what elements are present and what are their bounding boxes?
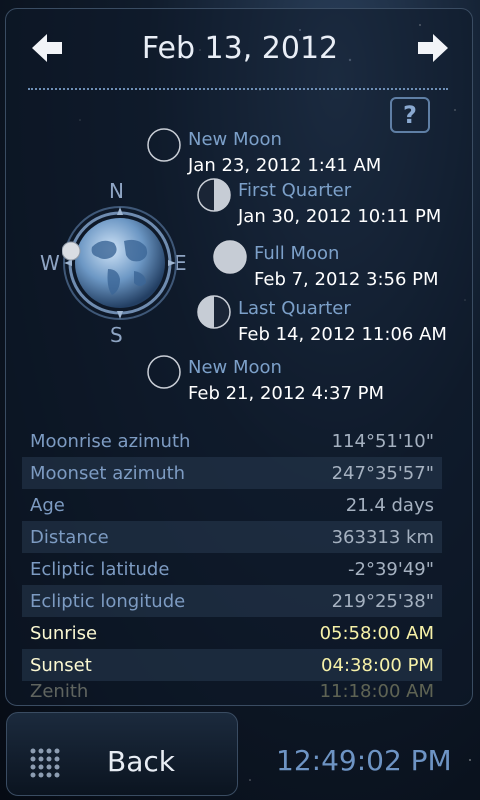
compass-south-label: S (110, 323, 123, 347)
row-value: 363313 km (331, 526, 434, 548)
arrow-right-icon[interactable] (416, 31, 450, 65)
table-row: Age 21.4 days (22, 489, 442, 521)
row-label: Sunset (30, 654, 92, 676)
row-label: Distance (30, 526, 109, 548)
phase-date: Feb 21, 2012 4:37 PM (188, 383, 384, 404)
row-value: 219°25'38" (331, 590, 434, 612)
table-row: Distance 363313 km (22, 521, 442, 553)
phase-date: Jan 23, 2012 1:41 AM (188, 155, 382, 176)
row-value: 05:58:00 AM (319, 622, 434, 644)
arrow-left-icon[interactable] (30, 31, 64, 65)
table-row: Sunrise 05:58:00 AM (22, 617, 442, 649)
bottom-bar: Back 12:49:02 PM (0, 712, 480, 800)
moon-info-panel: Feb 13, 2012 ? N S W E New Moon Jan 23, … (5, 8, 473, 706)
page-title: Feb 13, 2012 (141, 31, 339, 66)
row-value: 04:38:00 PM (321, 654, 434, 676)
table-row: Moonrise azimuth 114°51'10" (22, 425, 442, 457)
globe-icon (62, 206, 177, 320)
row-value: 114°51'10" (331, 430, 434, 452)
row-value: 11:18:00 AM (319, 681, 434, 701)
phase-name: Full Moon (254, 243, 340, 264)
moon-details-table[interactable]: Moonrise azimuth 114°51'10" Moonset azim… (22, 425, 442, 701)
row-value: 21.4 days (345, 494, 434, 516)
new-moon-icon (147, 128, 181, 162)
phase-name: New Moon (188, 357, 282, 378)
first-quarter-icon (197, 178, 231, 212)
row-label: Age (30, 494, 65, 516)
phase-name: First Quarter (238, 180, 352, 201)
row-value: -2°39'49" (348, 558, 434, 580)
row-label: Moonset azimuth (30, 462, 186, 484)
row-label: Ecliptic latitude (30, 558, 170, 580)
moon-position-compass: N S W E (40, 179, 198, 349)
phase-name: Last Quarter (238, 298, 351, 319)
date-header: Feb 13, 2012 (6, 9, 472, 91)
table-row: Zenith 11:18:00 AM (22, 681, 442, 701)
last-quarter-icon (197, 295, 231, 329)
help-button[interactable]: ? (390, 97, 430, 133)
phase-date: Feb 14, 2012 11:06 AM (238, 324, 447, 345)
row-label: Sunrise (30, 622, 98, 644)
back-label: Back (107, 745, 175, 778)
table-row: Ecliptic latitude -2°39'49" (22, 553, 442, 585)
table-row: Ecliptic longitude 219°25'38" (22, 585, 442, 617)
phase-date: Feb 7, 2012 3:56 PM (254, 269, 439, 290)
menu-grid-icon (30, 748, 60, 778)
compass-north-label: N (109, 179, 124, 203)
table-row: Sunset 04:38:00 PM (22, 649, 442, 681)
new-moon-icon (147, 355, 181, 389)
row-value: 247°35'57" (331, 462, 434, 484)
table-row: Moonset azimuth 247°35'57" (22, 457, 442, 489)
current-time: 12:49:02 PM (276, 744, 452, 777)
header-divider (28, 88, 448, 90)
phase-date: Jan 30, 2012 10:11 PM (238, 206, 442, 227)
compass-west-label: W (40, 251, 60, 275)
row-label: Zenith (30, 681, 89, 701)
back-button[interactable]: Back (6, 712, 238, 796)
row-label: Ecliptic longitude (30, 590, 186, 612)
row-label: Moonrise azimuth (30, 430, 191, 452)
phase-name: New Moon (188, 129, 282, 150)
full-moon-icon (213, 240, 247, 274)
